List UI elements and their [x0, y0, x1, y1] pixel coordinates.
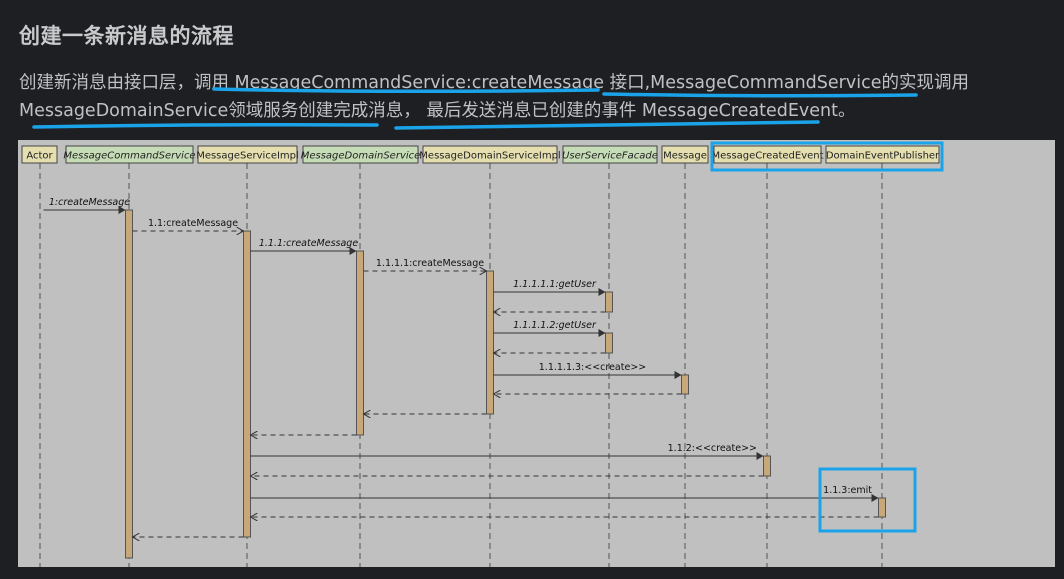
participant-label-mcs: MessageCommandService — [63, 151, 195, 162]
participant-label-msi: MessageServiceImpl — [196, 151, 299, 162]
message-label-1: 1:createMessage — [49, 197, 130, 208]
sequence-diagram: Actor MessageCommandService MessageService… — [21, 87, 944, 567]
activation-bar-dep-8 — [878, 497, 886, 518]
activation-bar-mce-7 — [763, 455, 771, 477]
highlight-underline-4 — [394, 120, 820, 130]
participant-label-mds: MessageDomainService — [301, 151, 421, 162]
message-label-4: 1.1.1.1:createMessage — [376, 258, 484, 269]
message-label-13: 1.1.2:<<create>> — [668, 443, 757, 454]
activation-bar-msg-6 — [681, 374, 689, 395]
activation-bar-mds-2 — [356, 250, 364, 436]
participant-label-msg: Message — [663, 151, 707, 162]
participant-label-mdsi: MessageDomainServiceImpl — [419, 151, 560, 162]
highlight-underline-1 — [212, 87, 600, 94]
activation-bar-mcs-0 — [125, 209, 133, 559]
highlight-underline-3 — [32, 123, 379, 129]
participant-label-usf: UserServiceFacade — [562, 151, 658, 162]
message-label-5: 1.1.1.1.1:getUser — [513, 279, 597, 290]
participant-label-mce: MessageCreatedEvent — [711, 151, 823, 162]
activation-bar-usf-4 — [605, 291, 613, 313]
message-label-7: 1.1.1.1.2:getUser — [513, 320, 597, 331]
activation-bar-mdsi-3 — [486, 270, 494, 415]
message-label-2: 1.1:createMessage — [148, 218, 238, 229]
highlight-underline-2 — [602, 92, 918, 98]
participant-label-actor: Actor — [26, 151, 53, 162]
participant-label-dep: DomainEventPublisher — [826, 151, 940, 162]
message-label-3: 1.1.1:createMessage — [259, 238, 359, 249]
activation-bar-usf-5 — [605, 332, 613, 354]
highlight-box-emit — [818, 467, 917, 533]
activation-bar-msi-1 — [243, 230, 251, 538]
message-label-9: 1.1.1.1.3:<<create>> — [539, 362, 647, 373]
message-label-15: 1.1.3:emit — [823, 485, 872, 496]
